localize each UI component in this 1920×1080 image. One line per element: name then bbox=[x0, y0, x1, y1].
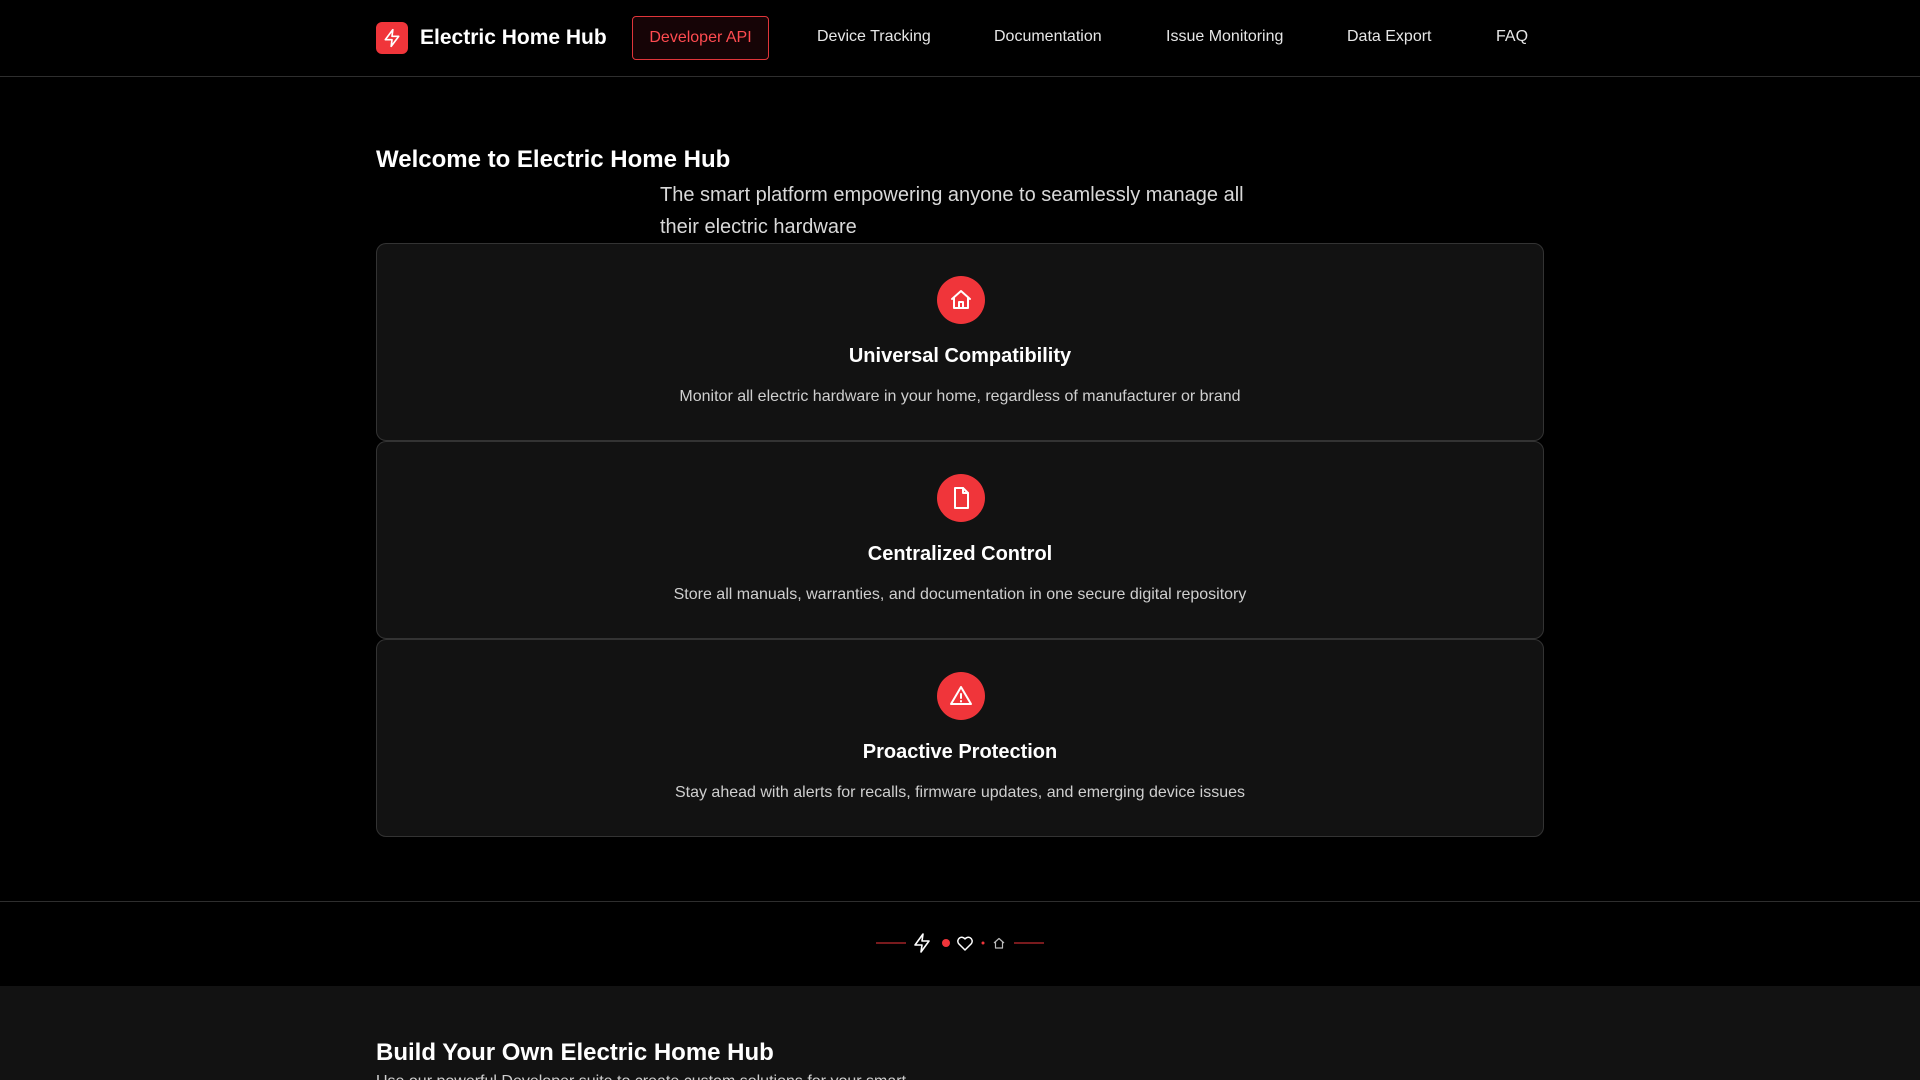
nav-faq[interactable]: FAQ bbox=[1496, 26, 1528, 48]
home-icon bbox=[937, 276, 985, 324]
lightning-icon bbox=[914, 933, 930, 953]
feature-description: Store all manuals, warranties, and docum… bbox=[673, 586, 1247, 603]
feature-description: Stay ahead with alerts for recalls, firm… bbox=[674, 784, 1246, 801]
nav-device-tracking[interactable]: Device Tracking bbox=[817, 26, 931, 48]
brand-name[interactable]: Electric Home Hub bbox=[420, 25, 607, 51]
hero-subtitle: The smart platform empowering anyone to … bbox=[660, 184, 1244, 238]
home-small-icon bbox=[993, 937, 1005, 949]
build-section-title: Build Your Own Electric Home Hub bbox=[376, 1039, 774, 1066]
warning-icon bbox=[937, 672, 985, 720]
feature-title: Universal Compatibility bbox=[848, 345, 1072, 367]
feature-description: Monitor all electric hardware in your ho… bbox=[679, 388, 1241, 405]
top-nav-bar: Electric Home Hub Developer API Device T… bbox=[0, 0, 1920, 77]
feature-card-centralized-control: Centralized Control Store all manuals, w… bbox=[376, 441, 1544, 639]
feature-card-universal-compatibility: Universal Compatibility Monitor all elec… bbox=[376, 243, 1544, 441]
lightning-logo-icon[interactable] bbox=[376, 22, 408, 54]
build-section bbox=[0, 986, 1920, 1080]
feature-title: Proactive Protection bbox=[862, 741, 1058, 763]
developer-api-button[interactable]: Developer API bbox=[632, 16, 769, 60]
build-section-subtitle: Use our powerful Developer suite to crea… bbox=[376, 1072, 906, 1080]
nav-data-export[interactable]: Data Export bbox=[1347, 26, 1431, 48]
divider-ornament bbox=[876, 931, 1044, 955]
nav-issue-monitoring[interactable]: Issue Monitoring bbox=[1166, 26, 1283, 48]
divider-small-dot bbox=[981, 941, 985, 945]
document-icon bbox=[937, 474, 985, 522]
heart-icon bbox=[957, 936, 973, 951]
hero-title: Welcome to Electric Home Hub bbox=[376, 146, 731, 173]
feature-title: Centralized Control bbox=[867, 543, 1053, 565]
feature-card-proactive-protection: Proactive Protection Stay ahead with ale… bbox=[376, 639, 1544, 837]
nav-documentation[interactable]: Documentation bbox=[994, 26, 1102, 48]
divider-dot bbox=[942, 939, 950, 947]
